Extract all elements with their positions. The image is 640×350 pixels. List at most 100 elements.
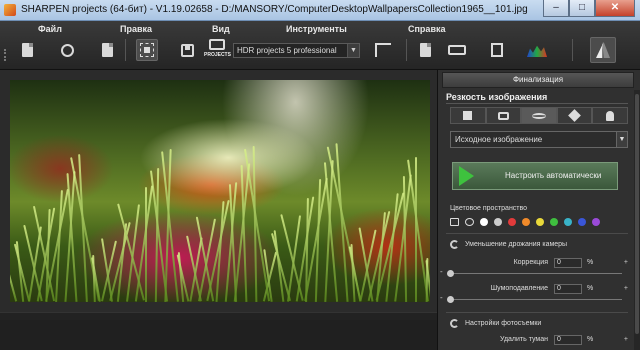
photo-preview[interactable]: [10, 80, 430, 302]
correction-label: Коррекция: [513, 259, 548, 266]
copy-button[interactable]: [96, 39, 118, 61]
mode-tab-5[interactable]: [592, 107, 628, 124]
menu-help[interactable]: Справка: [408, 24, 445, 34]
color-swatch-1[interactable]: [480, 218, 488, 226]
histogram-button[interactable]: [526, 39, 548, 61]
grass-blade: [273, 230, 285, 302]
noise-value[interactable]: 0: [554, 284, 582, 294]
noise-row: Шумоподавление 0 % +: [450, 284, 628, 297]
menu-tools[interactable]: Инструменты: [286, 24, 347, 34]
percent-label: %: [587, 336, 594, 343]
chevron-down-icon[interactable]: ▼: [616, 131, 628, 148]
waves-icon: [531, 112, 546, 119]
preset-select[interactable]: HDR projects 5 professional ▼: [233, 43, 360, 58]
window-controls: – □ ✕: [543, 0, 635, 18]
copy-icon: [101, 43, 113, 57]
color-swatch-4[interactable]: [522, 218, 530, 226]
color-swatch-8[interactable]: [578, 218, 586, 226]
haze-value[interactable]: 0: [554, 335, 582, 345]
auto-adjust-button[interactable]: Настроить автоматически: [452, 162, 618, 190]
document-icon: [21, 43, 33, 57]
grass-blade: [10, 262, 18, 302]
grass-blade: [335, 143, 349, 302]
new-button[interactable]: [16, 39, 38, 61]
select-button[interactable]: [136, 39, 158, 61]
grass-blade: [415, 157, 417, 302]
toolbar: Файл Правка Вид Инструменты Справка PROJ…: [0, 21, 640, 70]
camera-icon: [209, 39, 225, 50]
refresh-icon: [450, 319, 459, 328]
correction-value[interactable]: 0: [554, 258, 582, 268]
plus-label: +: [623, 259, 628, 266]
mode-tab-1[interactable]: [450, 107, 486, 124]
menu-file[interactable]: Файл: [38, 24, 62, 34]
haze-label: Удалить туман: [500, 336, 548, 343]
color-space-swatches: [450, 218, 606, 226]
play-icon: [459, 166, 474, 186]
minus-label: -: [440, 267, 443, 276]
minus-label: -: [440, 293, 443, 302]
grass-blade: [280, 214, 304, 301]
noise-slider[interactable]: -: [440, 293, 622, 303]
mode-tab-3[interactable]: [521, 107, 557, 124]
filmstrip-icon: [448, 45, 466, 55]
percent-label: %: [587, 259, 594, 266]
chevron-down-icon[interactable]: ▼: [347, 44, 359, 57]
correction-slider[interactable]: -: [440, 267, 622, 277]
divider: [446, 312, 628, 313]
projects-button[interactable]: PROJECTS: [204, 39, 231, 63]
color-swatch-6[interactable]: [550, 218, 558, 226]
camera-tool-icon[interactable]: [450, 218, 459, 226]
slider-handle[interactable]: [447, 296, 454, 303]
mode-tab-4[interactable]: [556, 107, 593, 124]
export-button[interactable]: [372, 39, 394, 61]
title-bar: SHARPEN projects (64-бит) - V1.19.02658 …: [0, 0, 640, 21]
auto-adjust-label: Настроить автоматически: [505, 171, 602, 180]
open-button[interactable]: [414, 39, 436, 61]
settings-panel: Финализация Резкость изображения Исходно…: [437, 70, 640, 350]
compare-button[interactable]: [590, 37, 616, 63]
save-button[interactable]: [176, 39, 198, 61]
horizontal-scrollbar[interactable]: [0, 312, 437, 320]
close-button[interactable]: ✕: [595, 0, 635, 17]
menu-edit[interactable]: Правка: [120, 24, 152, 34]
target-tool-icon[interactable]: [465, 218, 474, 226]
compare-icon: [596, 42, 610, 58]
noise-label: Шумоподавление: [490, 285, 548, 292]
history-button[interactable]: [56, 39, 78, 61]
percent-label: %: [587, 285, 594, 292]
filmstrip-button[interactable]: [446, 39, 468, 61]
toolbar-separator: [406, 39, 407, 61]
divider: [446, 233, 628, 234]
camera-icon: [497, 111, 509, 120]
square-icon: [463, 111, 473, 120]
maximize-button[interactable]: □: [569, 0, 595, 17]
color-space-label: Цветовое пространство: [450, 205, 528, 212]
color-swatch-2[interactable]: [494, 218, 502, 226]
minimize-button[interactable]: –: [543, 0, 569, 17]
source-select[interactable]: Исходное изображение: [450, 131, 618, 148]
export-icon: [375, 43, 391, 57]
mode-tab-2[interactable]: [485, 107, 522, 124]
toolbar-grip: [4, 49, 6, 61]
menu-view[interactable]: Вид: [212, 24, 230, 34]
clock-icon: [60, 43, 74, 57]
panel-icon: [491, 43, 503, 57]
histogram-icon: [527, 45, 547, 57]
refresh-icon: [450, 240, 459, 249]
color-swatch-7[interactable]: [564, 218, 572, 226]
tab-finalization[interactable]: Финализация: [442, 72, 634, 88]
color-swatch-3[interactable]: [508, 218, 516, 226]
image-workspace: [0, 70, 437, 350]
preset-value: HDR projects 5 professional: [237, 46, 337, 55]
haze-row: Удалить туман 0 % +: [450, 335, 628, 348]
mode-tabs: [450, 107, 628, 124]
shake-reduction-header[interactable]: Уменьшение дрожания камеры: [450, 240, 567, 249]
shooting-settings-header[interactable]: Настройки фотосъемки: [450, 319, 541, 328]
vertical-scrollbar[interactable]: [634, 90, 640, 350]
color-swatch-5[interactable]: [536, 218, 544, 226]
color-swatch-9[interactable]: [592, 218, 600, 226]
scrollbar-thumb[interactable]: [635, 94, 639, 334]
slider-handle[interactable]: [447, 270, 454, 277]
panel-button[interactable]: [486, 39, 508, 61]
